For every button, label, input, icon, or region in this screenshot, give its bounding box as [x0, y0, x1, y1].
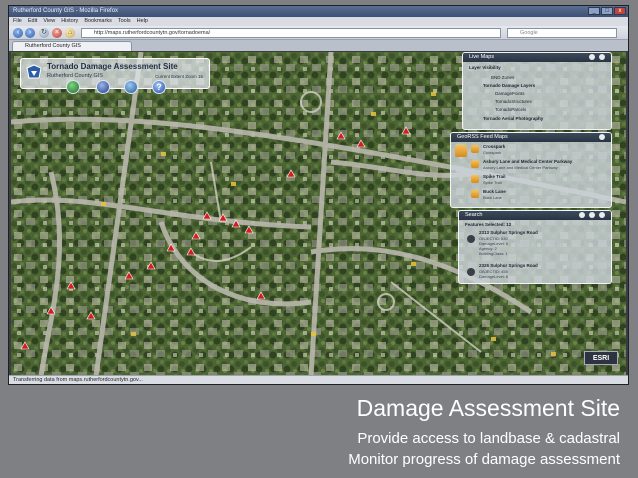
layer-item[interactable]: TornadoParcels — [495, 107, 526, 112]
map-tools-icon[interactable] — [124, 80, 138, 94]
layer-item[interactable]: Tornado Aerial Photography — [483, 116, 543, 121]
search-placeholder: Google — [520, 30, 538, 36]
layers-panel: Live Maps Layer Visibility BND Zones Tor… — [462, 52, 612, 130]
select-tool-icon[interactable] — [589, 212, 595, 218]
tab-rutherford-gis[interactable]: Rutherford County GIS — [12, 41, 132, 51]
forward-icon[interactable]: › — [25, 28, 35, 38]
county-logo-icon — [26, 64, 42, 79]
status-text: Transferring data from maps.rutherfordco… — [13, 377, 143, 383]
pencil-icon[interactable] — [96, 80, 110, 94]
result-title[interactable]: 2313 Sulphur Springs Road — [479, 230, 538, 235]
caption-line-2: Monitor progress of damage assessment — [348, 451, 620, 468]
feed-item-title[interactable]: Buck Lane — [483, 189, 506, 194]
feeds-panel-title: GeoRSS Feed Maps — [457, 134, 508, 140]
url-bar[interactable]: http://maps.rutherfordcountytn.gov/torna… — [81, 28, 501, 38]
feed-item-icon — [471, 145, 479, 153]
layer-item[interactable]: DamagePoints — [495, 91, 525, 96]
layer-item[interactable]: BND Zones — [491, 75, 514, 80]
tab-strip: Rutherford County GIS — [9, 40, 628, 51]
tab-label: Rutherford County GIS — [25, 43, 81, 49]
search-panel: Search Features Selected: 12 2313 Sulphu… — [458, 210, 612, 284]
layer-item[interactable]: TornadoStructures — [495, 99, 532, 104]
rss-icon — [455, 145, 467, 157]
close-panel-icon[interactable] — [599, 134, 605, 140]
feed-item-icon — [471, 160, 479, 168]
feed-item-sub: Spike Trail — [483, 180, 502, 185]
esri-logo: ESRI — [584, 351, 618, 365]
features-selected-count: Features Selected: 12 — [465, 222, 512, 227]
globe-icon[interactable] — [66, 80, 80, 94]
help-icon[interactable]: ? — [152, 80, 166, 94]
close-panel-icon[interactable] — [599, 54, 605, 60]
navigation-toolbar: ‹ › ↻ × ⌂ http://maps.rutherfordcountytn… — [9, 26, 628, 40]
back-icon[interactable]: ‹ — [13, 28, 23, 38]
menu-edit[interactable]: Edit — [28, 17, 37, 26]
feed-item-title[interactable]: Spike Trail — [483, 174, 506, 179]
feed-item-icon — [471, 190, 479, 198]
menu-file[interactable]: File — [13, 17, 22, 26]
feed-item-sub: Asbury Lane and Medical Center Parkway — [483, 165, 558, 170]
layers-panel-title: Live Maps — [469, 54, 495, 60]
stop-icon[interactable]: × — [52, 28, 62, 38]
window-controls: _ □ x — [588, 7, 626, 15]
menu-help[interactable]: Help — [137, 17, 148, 26]
minimize-panel-icon[interactable] — [589, 54, 595, 60]
minimize-button[interactable]: _ — [588, 7, 600, 15]
search-panel-header: Search — [459, 211, 611, 220]
feed-item-title[interactable]: Asbury Lane and Medical Center Parkway — [483, 159, 572, 164]
layer-visibility-label: Layer Visibility — [469, 65, 501, 70]
result-marker-icon — [467, 268, 475, 276]
menu-tools[interactable]: Tools — [118, 17, 131, 26]
feed-item-icon — [471, 175, 479, 183]
feed-item-sub: Crosspark — [483, 150, 502, 155]
search-tool-icon[interactable] — [579, 212, 585, 218]
slide-title: Damage Assessment Site — [356, 395, 620, 421]
search-input[interactable]: Google — [507, 28, 617, 38]
app-title: Tornado Damage Assessment Site — [47, 62, 178, 71]
app-header-widget: Tornado Damage Assessment Site Rutherfor… — [20, 58, 210, 89]
feed-item-title[interactable]: Crosspark — [483, 144, 505, 149]
app-subtitle: Rutherford County GIS — [47, 73, 103, 79]
esri-label: ESRI — [592, 355, 610, 362]
status-bar: Transferring data from maps.rutherfordco… — [9, 375, 628, 384]
result-line: DamageLevel: 6 — [479, 274, 509, 279]
url-text: http://maps.rutherfordcountytn.gov/torna… — [94, 30, 211, 36]
menu-view[interactable]: View — [43, 17, 55, 26]
result-title[interactable]: 2326 Sulphur Springs Road — [479, 263, 538, 268]
result-marker-icon — [467, 235, 475, 243]
maximize-button[interactable]: □ — [601, 7, 613, 15]
caption-line-1: Provide access to landbase & cadastral — [357, 430, 620, 447]
feed-item-sub: Buck Lane — [483, 195, 502, 200]
search-panel-title: Search — [465, 212, 483, 218]
feeds-panel-header: GeoRSS Feed Maps — [451, 133, 611, 142]
home-icon[interactable]: ⌂ — [65, 28, 75, 38]
menu-bookmarks[interactable]: Bookmarks — [84, 17, 112, 26]
close-button[interactable]: x — [614, 7, 626, 15]
window-title: Rutherford County GIS - Mozilla Firefox — [13, 8, 119, 14]
result-line: BuildingClass: 1 — [479, 251, 508, 256]
window-titlebar: Rutherford County GIS - Mozilla Firefox … — [9, 6, 628, 17]
coords-readout: Current Extent Zoom 16 — [154, 74, 203, 79]
reload-icon[interactable]: ↻ — [39, 28, 49, 38]
menu-bar: File Edit View History Bookmarks Tools H… — [9, 17, 628, 26]
layer-item[interactable]: Tornado Damage Layers — [483, 83, 535, 88]
close-panel-icon[interactable] — [599, 212, 605, 218]
layers-panel-header: Live Maps — [463, 53, 611, 62]
menu-history[interactable]: History — [61, 17, 78, 26]
feeds-panel: GeoRSS Feed Maps Crosspark Crosspark Asb… — [450, 132, 612, 208]
